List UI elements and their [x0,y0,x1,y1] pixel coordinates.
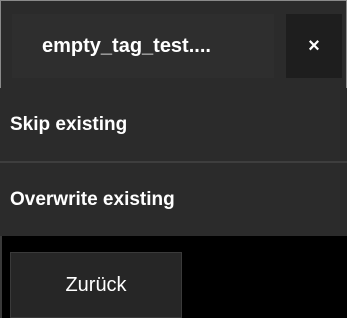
dialog-root: empty_tag_test.... × Skip existing Overw… [0,0,347,318]
menu-item-skip-existing[interactable]: Skip existing [0,88,347,161]
file-tab[interactable]: empty_tag_test.... [12,14,274,78]
close-tab-button[interactable]: × [286,14,342,78]
menu-item-overwrite-existing[interactable]: Overwrite existing [0,163,347,236]
back-button[interactable]: Zurück [10,252,182,318]
panel-edge [0,236,2,318]
close-icon: × [308,35,320,57]
import-options-menu: Skip existing Overwrite existing [0,88,347,236]
